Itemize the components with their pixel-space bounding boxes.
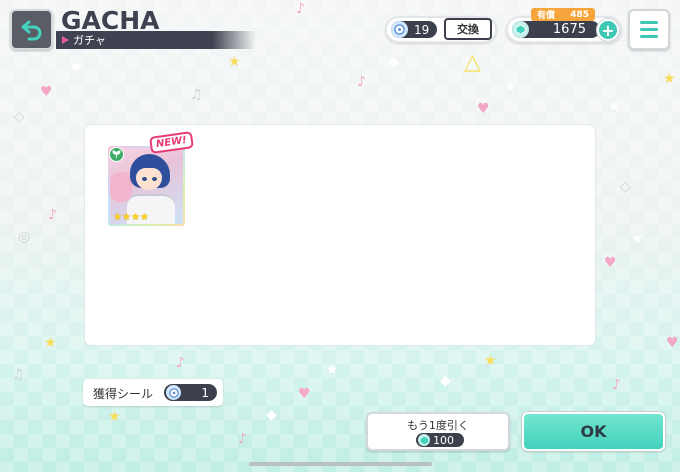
- diamond-decoration: ◇: [620, 179, 631, 195]
- crystal-counter-inner: 1675: [512, 21, 600, 38]
- star-icon: ★: [139, 212, 149, 223]
- music-note-decoration: ♪: [612, 377, 621, 393]
- star-decoration: ★: [108, 409, 121, 425]
- star-decoration: ★: [608, 99, 621, 115]
- triangle-decoration: △: [464, 50, 481, 75]
- music-note-decoration: ♪: [296, 1, 305, 17]
- diamond-decoration: ◇: [14, 109, 25, 125]
- diamond-decoration: ◆: [440, 373, 451, 389]
- star-decoration: ★: [70, 59, 83, 75]
- crystal-count: 1675: [552, 22, 586, 37]
- pull-again-label: もう1度引く: [407, 419, 469, 432]
- music-note-decoration: ♪: [48, 207, 57, 223]
- star-decoration: ★: [504, 79, 517, 95]
- star-decoration: ★: [663, 71, 676, 87]
- heart-decoration: ♥: [477, 101, 490, 117]
- heart-decoration: ♥: [666, 335, 679, 351]
- triangle-marker-icon: [62, 36, 69, 44]
- heart-decoration: ♥: [40, 84, 53, 100]
- page-subtitle-bar: ガチャ: [56, 31, 256, 49]
- star-decoration: ★: [44, 335, 57, 351]
- page-subtitle: ガチャ: [73, 34, 106, 47]
- plus-icon: +: [601, 20, 615, 40]
- music-note-decoration: ♪: [238, 431, 247, 447]
- pull-again-cost: 100: [416, 433, 464, 447]
- seal-disc-icon: [166, 385, 181, 400]
- back-arrow-icon: [21, 20, 41, 40]
- diamond-decoration: ◆: [388, 54, 399, 70]
- heart-decoration: ♥: [298, 386, 311, 402]
- obtained-seal-label: 獲得シール: [93, 387, 154, 401]
- star-icon: ★: [130, 212, 140, 223]
- exchange-ticket-count: 19: [414, 22, 430, 37]
- star-decoration: ★: [326, 362, 339, 378]
- exchange-ticket-inner: 19: [391, 21, 438, 38]
- rarity-stars: ★ ★ ★ ★: [113, 212, 149, 223]
- menu-button[interactable]: [628, 9, 670, 50]
- result-card[interactable]: ★ ★ ★ ★: [108, 146, 185, 226]
- paid-crystal-label: 有償: [537, 11, 556, 21]
- exchange-button[interactable]: 交換: [444, 18, 492, 40]
- heart-decoration: ♥: [604, 255, 617, 271]
- star-icon: ★: [113, 212, 122, 223]
- star-decoration: ★: [228, 54, 241, 70]
- add-crystal-button[interactable]: +: [597, 19, 619, 41]
- headphones-decoration: ♫: [12, 367, 25, 383]
- ok-button[interactable]: OK: [522, 412, 665, 451]
- crystal-icon: [418, 434, 430, 446]
- paid-crystal-tag: 有償 485: [531, 8, 595, 21]
- pull-again-cost-value: 100: [433, 433, 454, 447]
- paid-crystal-count: 485: [570, 9, 589, 20]
- disc-decoration: ◎: [18, 229, 31, 245]
- headphones-decoration: ♫: [190, 87, 203, 103]
- leaf-attribute-icon: [109, 147, 124, 162]
- obtained-seal-counter: 獲得シール 1: [83, 379, 223, 406]
- menu-icon: [640, 21, 658, 24]
- home-indicator[interactable]: [249, 462, 432, 466]
- back-button[interactable]: [10, 9, 53, 50]
- disc-ticket-icon: [391, 21, 408, 38]
- star-decoration: ★: [631, 231, 644, 247]
- pull-again-button[interactable]: もう1度引く 100: [366, 412, 510, 451]
- seal-count-pill: 1: [164, 384, 217, 401]
- star-icon: ★: [121, 212, 131, 223]
- music-note-decoration: ♪: [357, 74, 366, 90]
- crystal-icon: [512, 21, 529, 38]
- star-decoration: ★: [484, 353, 497, 369]
- diamond-decoration: ◆: [266, 407, 277, 423]
- seal-count: 1: [201, 385, 209, 400]
- music-note-decoration: ♪: [176, 355, 185, 371]
